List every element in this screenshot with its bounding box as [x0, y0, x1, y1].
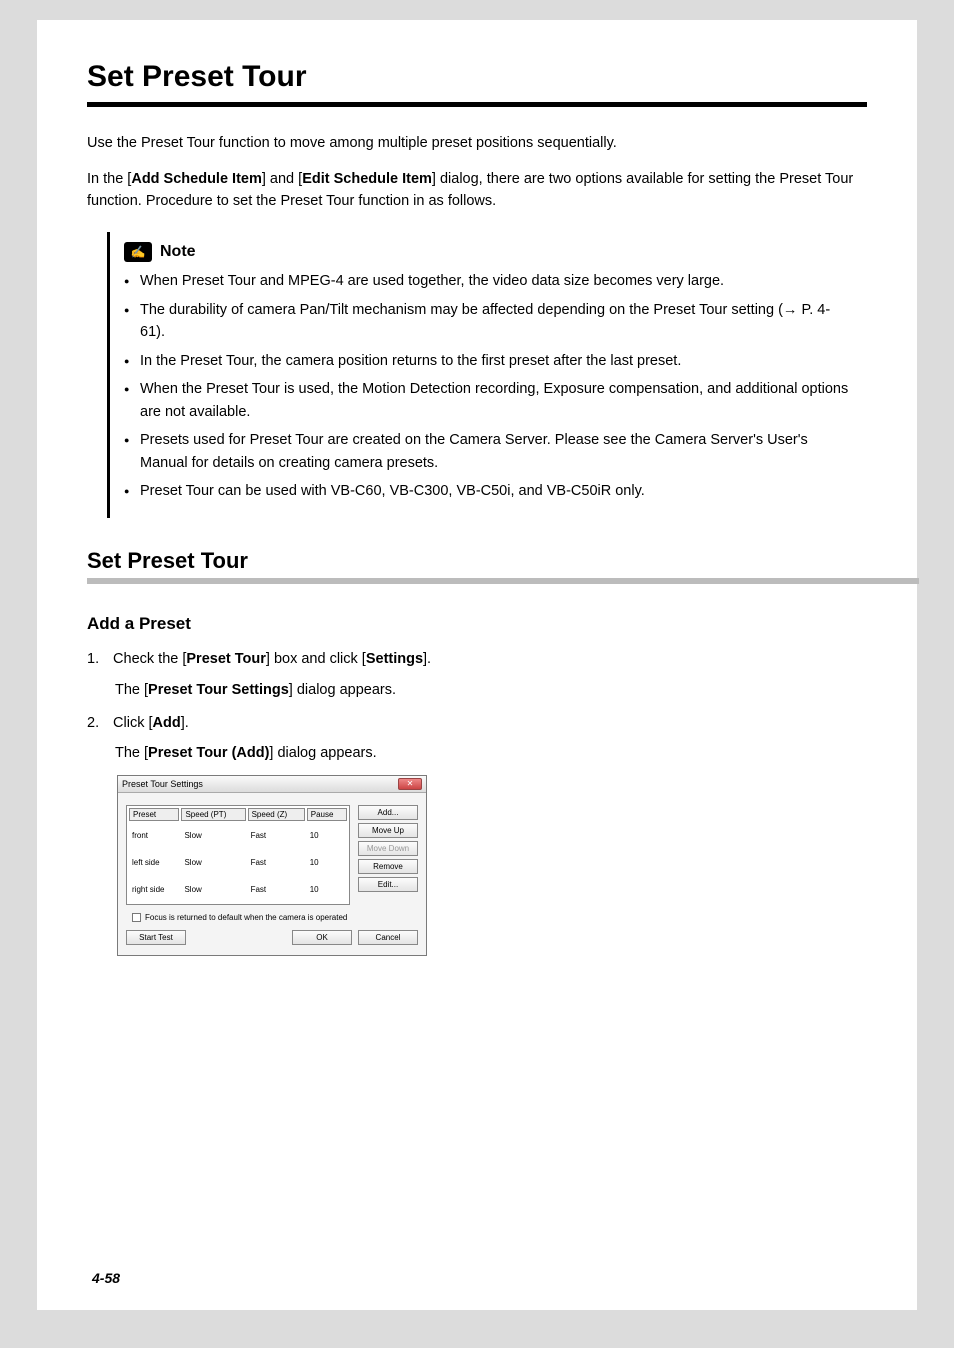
bold-term: Add: [153, 715, 181, 731]
note-label: Note: [160, 243, 196, 261]
title-divider: [87, 102, 867, 107]
cancel-button[interactable]: Cancel: [358, 930, 418, 945]
text-segment: ] dialog appears.: [269, 745, 376, 761]
dialog-body: Preset Speed (PT) Speed (Z) Pause front …: [118, 793, 426, 913]
bold-term: Preset Tour Settings: [148, 682, 289, 698]
note-icon: ✍: [124, 242, 152, 262]
note-item: Preset Tour can be used with VB-C60, VB-…: [124, 480, 855, 502]
text-segment: ].: [181, 715, 189, 731]
checkbox-icon[interactable]: [132, 913, 141, 922]
bold-term: Preset Tour: [186, 651, 266, 667]
col-pause: Pause: [307, 808, 347, 821]
step-1-sub: The [Preset Tour Settings] dialog appear…: [115, 682, 867, 698]
cell: left side: [129, 850, 179, 875]
table-row[interactable]: left side Slow Fast 10: [129, 850, 347, 875]
dialog-title-text: Preset Tour Settings: [122, 779, 203, 789]
cell: right side: [129, 877, 179, 902]
text-segment: The [: [115, 745, 148, 761]
note-item: In the Preset Tour, the camera position …: [124, 350, 855, 372]
dialog-side-buttons: Add... Move Up Move Down Remove Edit...: [358, 805, 418, 905]
starttest-button[interactable]: Start Test: [126, 930, 186, 945]
cell: Fast: [248, 877, 305, 902]
close-icon[interactable]: ✕: [398, 778, 422, 790]
section-divider: [87, 578, 919, 584]
cell: Slow: [181, 877, 245, 902]
text-segment: ].: [423, 651, 431, 667]
cell: 10: [307, 823, 347, 848]
text-segment: ] box and click [: [266, 651, 366, 667]
subsection-title: Add a Preset: [87, 614, 867, 634]
preset-table[interactable]: Preset Speed (PT) Speed (Z) Pause front …: [126, 805, 350, 905]
note-item: Presets used for Preset Tour are created…: [124, 429, 855, 474]
movedown-button[interactable]: Move Down: [358, 841, 418, 856]
note-item: The durability of camera Pan/Tilt mechan…: [124, 299, 855, 344]
cell: 10: [307, 877, 347, 902]
text-segment: ] dialog appears.: [289, 682, 396, 698]
cell: 10: [307, 850, 347, 875]
document-page: Set Preset Tour Use the Preset Tour func…: [37, 20, 917, 1310]
step-number: 1.: [87, 648, 109, 671]
preset-tour-settings-dialog: Preset Tour Settings ✕ Preset Speed (PT)…: [117, 775, 427, 956]
bold-term: Preset Tour (Add): [148, 745, 269, 761]
note-header: ✍ Note: [124, 242, 855, 262]
step-2-sub: The [Preset Tour (Add)] dialog appears.: [115, 745, 867, 761]
step-2: 2. Click [Add].: [87, 712, 867, 735]
col-speed-pt: Speed (PT): [181, 808, 245, 821]
cell: Fast: [248, 823, 305, 848]
section-title: Set Preset Tour: [87, 548, 867, 574]
page-number: 4-58: [92, 1270, 120, 1286]
cell: Fast: [248, 850, 305, 875]
page-title: Set Preset Tour: [87, 60, 867, 94]
bold-term: Edit Schedule Item: [302, 171, 432, 187]
note-box: ✍ Note When Preset Tour and MPEG-4 are u…: [107, 232, 867, 518]
ok-button[interactable]: OK: [292, 930, 352, 945]
note-list: When Preset Tour and MPEG-4 are used tog…: [124, 270, 855, 502]
col-preset: Preset: [129, 808, 179, 821]
remove-button[interactable]: Remove: [358, 859, 418, 874]
cell: Slow: [181, 850, 245, 875]
focus-default-checkbox-row: Focus is returned to default when the ca…: [118, 913, 426, 930]
note-item: When Preset Tour and MPEG-4 are used tog…: [124, 270, 855, 292]
table-row[interactable]: front Slow Fast 10: [129, 823, 347, 848]
step-1: 1. Check the [Preset Tour] box and click…: [87, 648, 867, 671]
text-segment: Click [: [113, 715, 152, 731]
bold-term: Add Schedule Item: [131, 171, 262, 187]
bold-term: Settings: [366, 651, 423, 667]
cell: front: [129, 823, 179, 848]
dialog-footer-right: OK Cancel: [292, 930, 418, 945]
step-number: 2.: [87, 712, 109, 735]
text-segment: ] and [: [262, 171, 302, 187]
intro-paragraph-2: In the [Add Schedule Item] and [Edit Sch…: [87, 169, 867, 213]
intro-paragraph-1: Use the Preset Tour function to move amo…: [87, 133, 867, 155]
table-header-row: Preset Speed (PT) Speed (Z) Pause: [129, 808, 347, 821]
text-segment: The [: [115, 682, 148, 698]
text-segment: Check the [: [113, 651, 186, 667]
dialog-footer: Start Test OK Cancel: [118, 930, 426, 955]
col-speed-z: Speed (Z): [248, 808, 305, 821]
add-button[interactable]: Add...: [358, 805, 418, 820]
text-segment: In the [: [87, 171, 131, 187]
edit-button[interactable]: Edit...: [358, 877, 418, 892]
dialog-titlebar: Preset Tour Settings ✕: [118, 776, 426, 793]
cell: Slow: [181, 823, 245, 848]
moveup-button[interactable]: Move Up: [358, 823, 418, 838]
table-row[interactable]: right side Slow Fast 10: [129, 877, 347, 902]
checkbox-label: Focus is returned to default when the ca…: [145, 913, 347, 922]
note-item: When the Preset Tour is used, the Motion…: [124, 378, 855, 423]
